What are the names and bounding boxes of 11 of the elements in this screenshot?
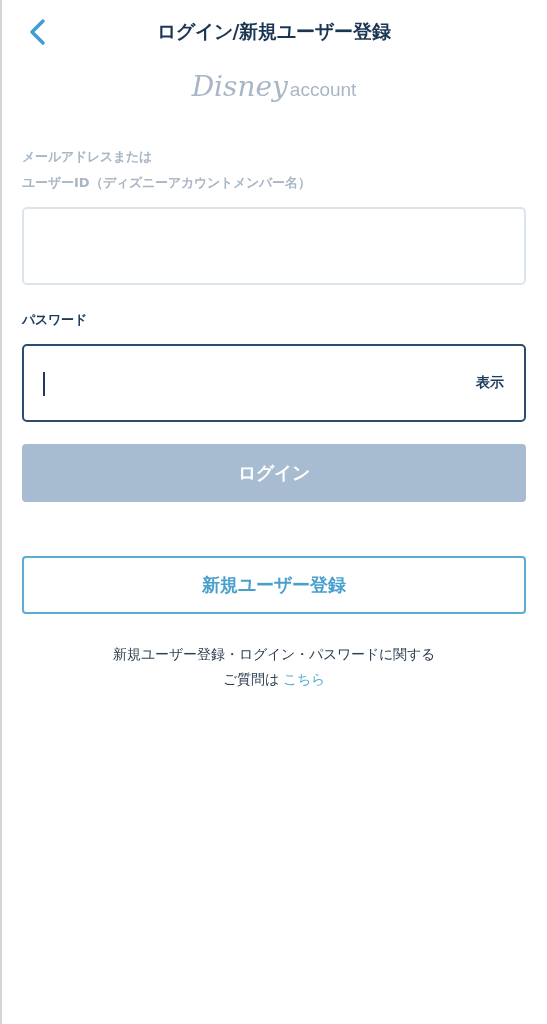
- page-title: ログイン/新規ユーザー登録: [156, 19, 392, 44]
- input-field[interactable]: 表示: [22, 344, 526, 422]
- back-icon[interactable]: [28, 18, 46, 46]
- help-text: 新規ユーザー登録・ログイン・パスワードに関する ご質問は こちら: [112, 645, 436, 689]
- show-password-toggle[interactable]: 表示: [476, 374, 504, 392]
- register-button[interactable]: 新規ユーザー登録: [22, 556, 526, 614]
- help-link[interactable]: こちら: [283, 671, 326, 687]
- input-field[interactable]: [22, 207, 526, 285]
- field-label: メールアドレスまたは ユーザーID（ディズニーアカウントメンバー名）: [22, 148, 312, 192]
- field-label: パスワード: [22, 311, 88, 329]
- logo: Disneyaccount: [190, 69, 358, 105]
